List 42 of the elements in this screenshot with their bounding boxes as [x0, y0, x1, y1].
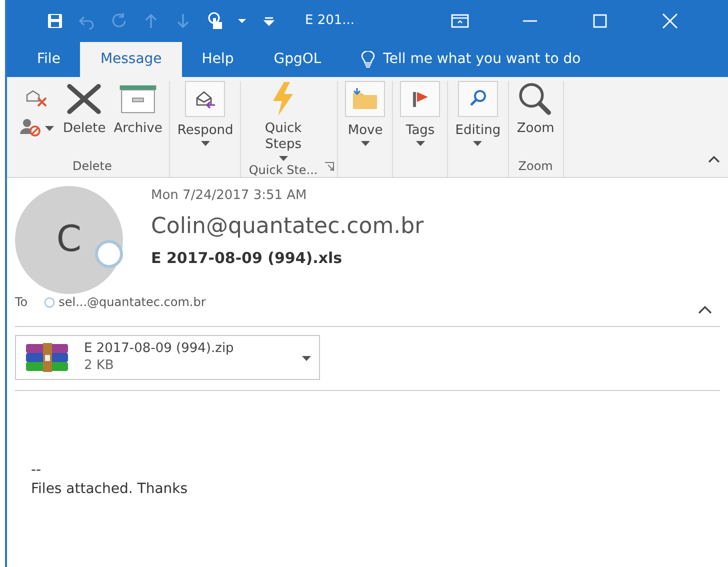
block-sender-icon[interactable]	[19, 117, 54, 138]
tags-button[interactable]: Tags	[397, 81, 444, 157]
attachment-name: E 2017-08-09 (994).zip	[84, 340, 235, 358]
ribbon-tab[interactable]: File	[17, 42, 80, 77]
tell-me-search[interactable]: Tell me what you want to do	[355, 48, 587, 71]
group-label: Zoom	[518, 158, 553, 175]
editing-button[interactable]: Editing	[452, 81, 504, 157]
window-title: E 201...	[305, 12, 355, 30]
subject-text: E 2017-08-09 (994).xls	[151, 248, 344, 268]
respond-button[interactable]: Respond	[174, 81, 236, 157]
move-button[interactable]: Move	[342, 81, 388, 157]
presence-icon	[44, 296, 55, 308]
attachment-size: 2 KB	[84, 358, 115, 374]
body-text: --	[31, 461, 42, 480]
avatar: C	[15, 186, 123, 294]
ribbon-tab[interactable]: Help	[182, 42, 254, 77]
envelope-reply-icon	[194, 89, 216, 109]
to-label: To	[15, 294, 28, 311]
flag-icon	[410, 89, 430, 109]
caret-icon	[45, 126, 54, 131]
caret-icon	[416, 141, 425, 146]
caret-icon	[360, 141, 370, 146]
caret-icon	[278, 156, 288, 160]
ribbon-tab[interactable]: GpgOL	[254, 42, 342, 77]
quick-steps-button[interactable]: Quick Steps	[245, 81, 322, 160]
date-text: Mon 7/24/2017 3:51 AM	[151, 187, 308, 205]
ribbon-tab[interactable]: Message	[80, 42, 182, 77]
body-text: Files attached. Thanks	[31, 480, 189, 499]
group-label: Delete	[72, 158, 112, 175]
group-label: Quick Ste...	[248, 162, 318, 178]
caret-icon	[200, 141, 210, 146]
recipient-text[interactable]: sel...@quantatec.com.br	[44, 293, 206, 311]
lightbulb-icon	[361, 51, 376, 68]
dialog-launcher-icon[interactable]	[325, 162, 334, 171]
caret-icon	[473, 141, 482, 146]
sender-name: Colin@quantatec.com.br	[151, 212, 424, 240]
delete-button[interactable]: Delete	[60, 81, 109, 157]
folder-icon	[351, 87, 380, 111]
attachment-card[interactable]: E 2017-08-09 (994).zip 2 KB	[15, 335, 320, 380]
archive-button[interactable]: Archive	[110, 81, 166, 157]
caret-icon	[302, 356, 311, 361]
zoom-button[interactable]: Zoom	[512, 81, 559, 157]
